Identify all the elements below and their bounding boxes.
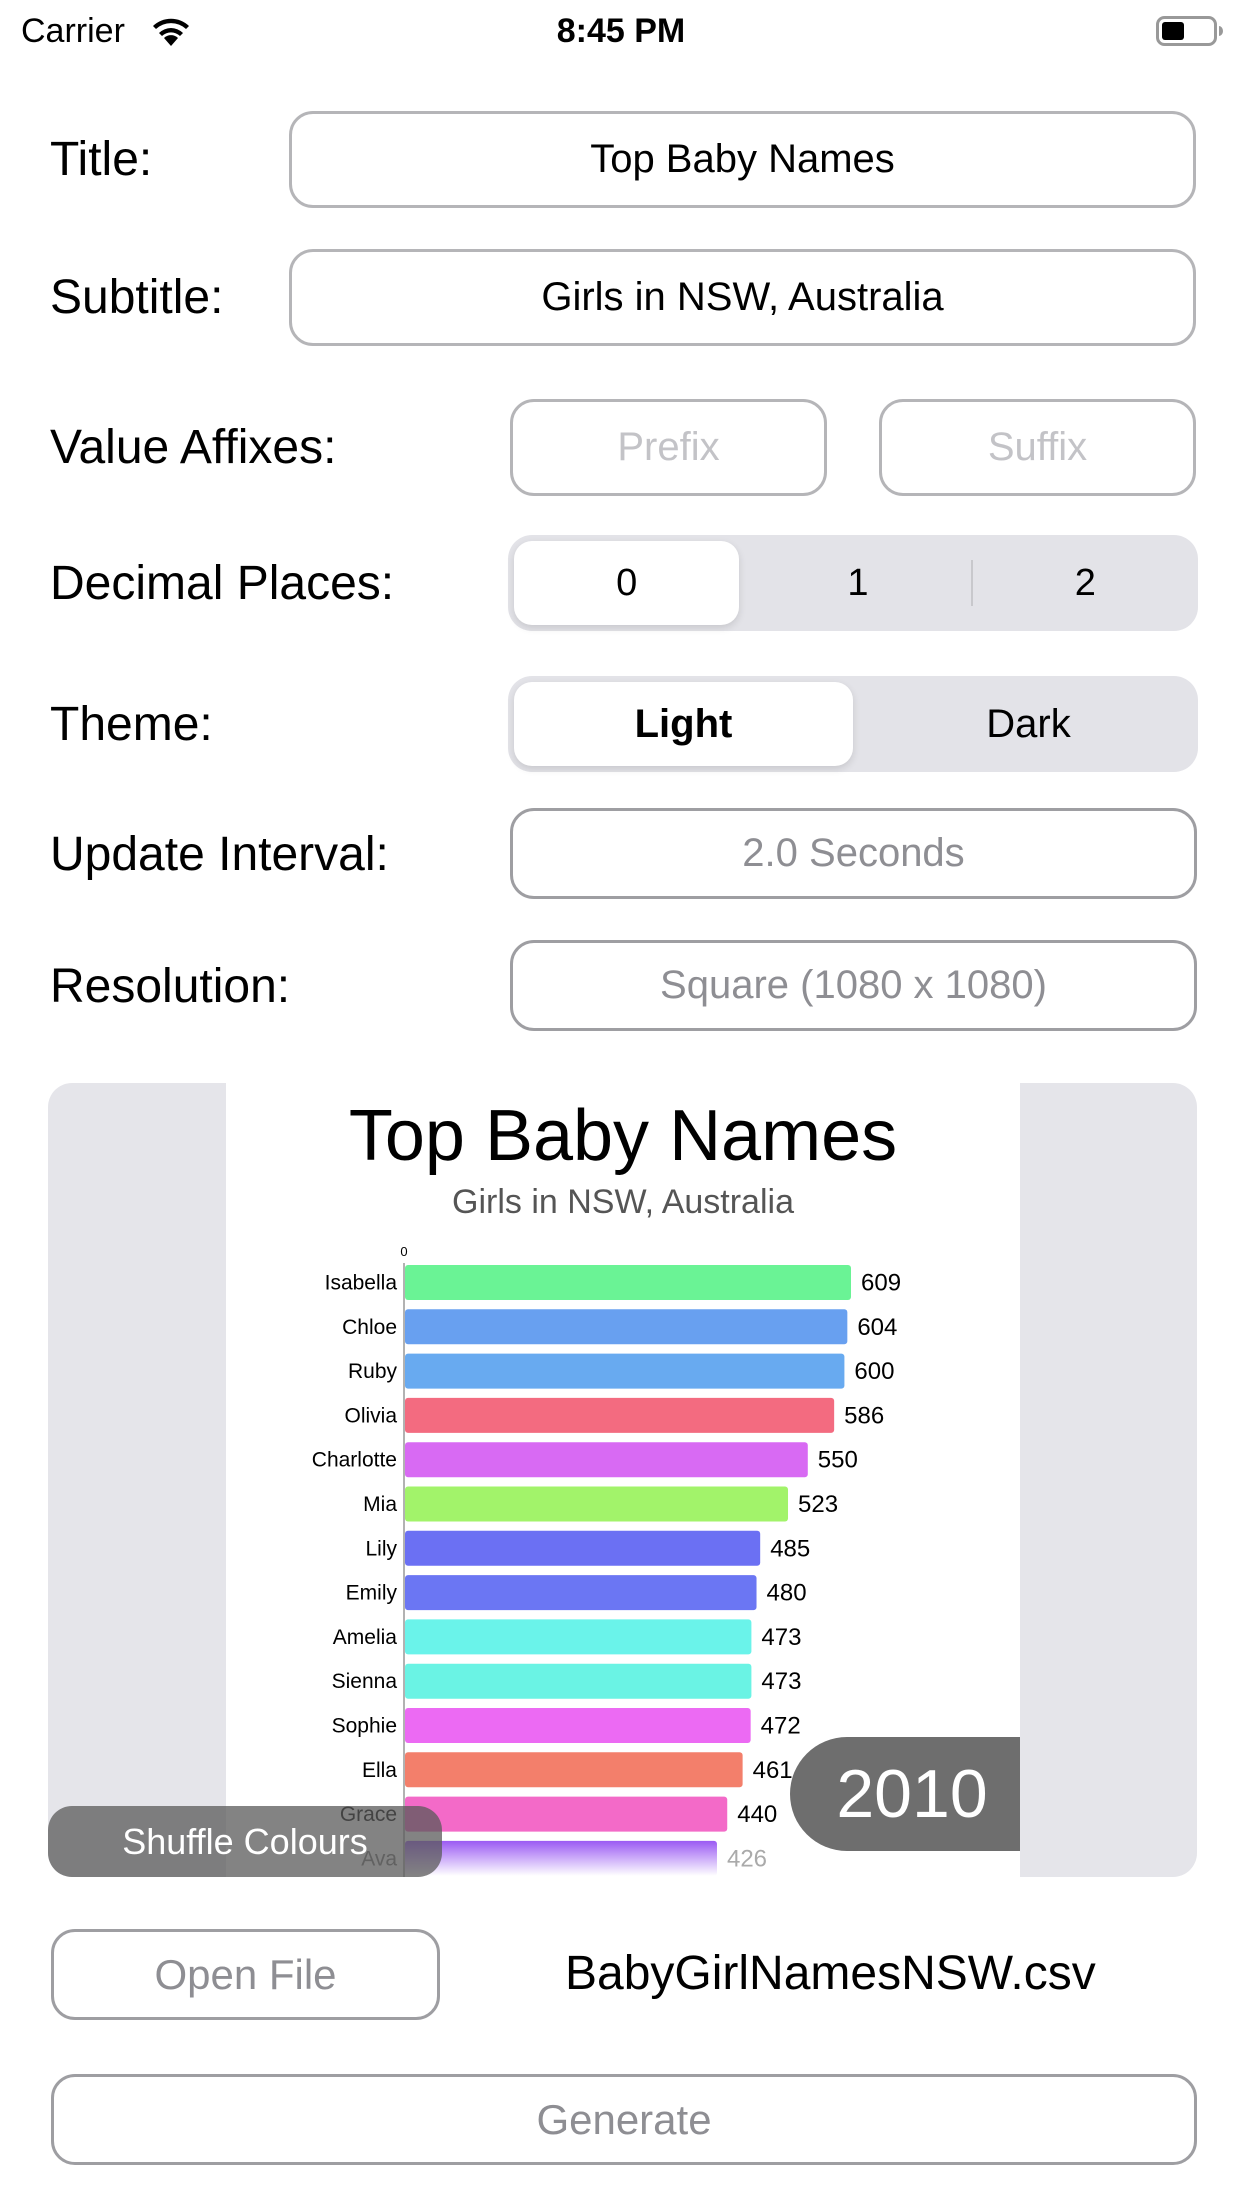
category-label: Emily — [346, 1582, 398, 1605]
value-label: 600 — [854, 1358, 894, 1385]
theme-segmented-control: Light Dark — [508, 676, 1198, 772]
value-label: 604 — [857, 1314, 897, 1341]
clock: 8:45 PM — [556, 12, 686, 50]
shuffle-colours-button[interactable]: Shuffle Colours — [48, 1806, 442, 1877]
decimal-option-0[interactable]: 0 — [514, 541, 740, 625]
category-label: Chloe — [342, 1316, 397, 1339]
value-label: 523 — [798, 1491, 838, 1518]
value-label: 473 — [761, 1624, 801, 1651]
bar-charlotte — [405, 1442, 808, 1478]
category-label: Lily — [365, 1537, 397, 1560]
status-bar: Carrier 8:45 PM — [0, 0, 1242, 62]
theme-option-light[interactable]: Light — [514, 682, 853, 766]
value-label: 440 — [737, 1801, 777, 1828]
category-label: Amelia — [333, 1626, 398, 1649]
category-label: Charlotte — [312, 1449, 397, 1472]
bar-chloe — [405, 1309, 848, 1345]
bar-ella — [405, 1752, 743, 1788]
bar-lily — [405, 1530, 761, 1566]
value-label: 461 — [753, 1757, 793, 1784]
year-indicator: 2010 — [790, 1737, 1020, 1851]
bar-sienna — [405, 1663, 752, 1699]
value-label: 473 — [761, 1668, 801, 1695]
category-label: Sophie — [332, 1715, 397, 1738]
bar-ruby — [405, 1353, 845, 1389]
bar-grace — [405, 1796, 728, 1832]
battery-icon — [1156, 16, 1223, 46]
decimal-option-2[interactable]: 2 — [973, 535, 1198, 631]
title-label: Title: — [50, 133, 153, 186]
category-label: Ella — [362, 1759, 397, 1782]
category-label: Mia — [363, 1493, 397, 1516]
bar-amelia — [405, 1619, 752, 1655]
value-label: 426 — [727, 1845, 767, 1872]
filename-label: BabyGirlNamesNSW.csv — [565, 1947, 1096, 2000]
subtitle-input[interactable]: Girls in NSW, Australia — [289, 249, 1196, 346]
title-input[interactable]: Top Baby Names — [289, 111, 1196, 208]
bar-sophie — [405, 1708, 751, 1743]
theme-label: Theme: — [50, 698, 213, 751]
category-label: Olivia — [344, 1404, 397, 1427]
value-label: 609 — [861, 1270, 901, 1297]
bar-emily — [405, 1575, 757, 1611]
value-label: 485 — [770, 1535, 810, 1562]
value-label: 480 — [767, 1580, 807, 1607]
value-affixes-label: Value Affixes: — [50, 421, 337, 474]
decimal-places-segmented-control: 0 1 2 — [508, 535, 1198, 631]
update-interval-picker[interactable]: 2.0 Seconds — [510, 808, 1197, 899]
subtitle-label: Subtitle: — [50, 271, 224, 324]
decimal-option-1[interactable]: 1 — [745, 535, 970, 631]
category-label: Isabella — [325, 1272, 398, 1295]
theme-option-dark[interactable]: Dark — [859, 676, 1198, 772]
update-interval-label: Update Interval: — [50, 828, 389, 881]
open-file-button[interactable]: Open File — [51, 1929, 440, 2020]
bar-isabella — [405, 1265, 851, 1300]
category-label: Sienna — [332, 1670, 398, 1693]
prefix-input[interactable]: Prefix — [510, 399, 827, 496]
generate-button[interactable]: Generate — [51, 2074, 1197, 2165]
resolution-picker[interactable]: Square (1080 x 1080) — [510, 940, 1197, 1031]
decimal-places-label: Decimal Places: — [50, 557, 395, 610]
category-label: Ruby — [348, 1360, 398, 1383]
value-label: 586 — [844, 1402, 884, 1429]
bar-ava — [405, 1840, 717, 1876]
value-label: 550 — [818, 1447, 858, 1474]
value-label: 472 — [761, 1713, 801, 1740]
bar-mia — [405, 1486, 789, 1522]
x-tick-label: 0 — [400, 1244, 407, 1259]
suffix-input[interactable]: Suffix — [879, 399, 1196, 496]
chart-preview: Top Baby Names Girls in NSW, Australia 0… — [48, 1083, 1197, 1877]
resolution-label: Resolution: — [50, 960, 291, 1013]
bar-olivia — [405, 1397, 835, 1433]
